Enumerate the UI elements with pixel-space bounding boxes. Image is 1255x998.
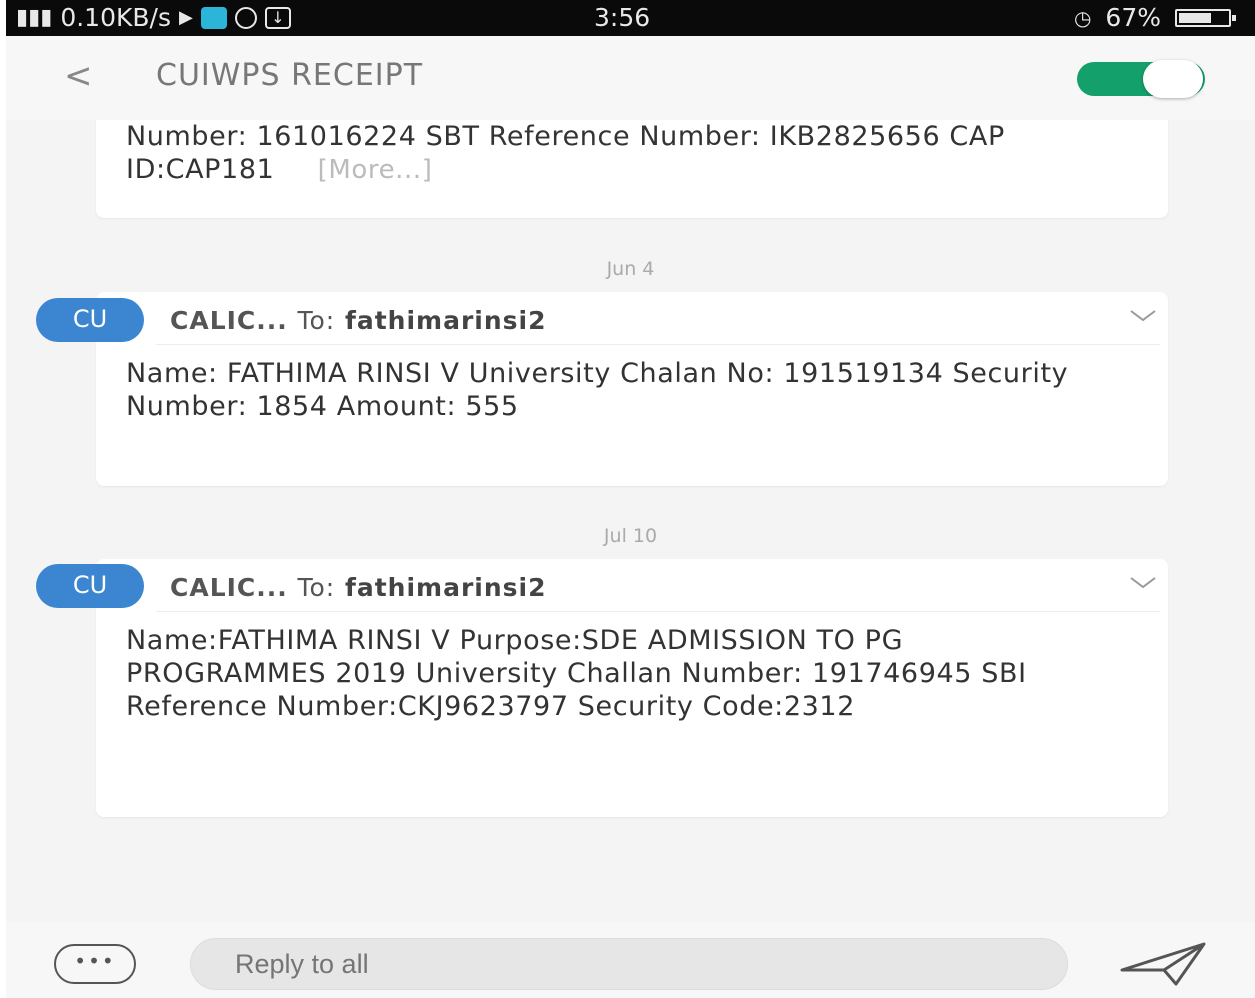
ellipsis-bubble-icon[interactable]: ••• xyxy=(54,944,136,984)
recipient-name: fathimarinsi2 xyxy=(344,573,547,602)
play-icon: ▶ xyxy=(179,7,193,28)
sender-line: CALIC... To: fathimarinsi2 xyxy=(170,573,546,602)
sender-name: CALIC... xyxy=(170,573,288,602)
message-body: Name: FATHIMA RINSI V University Chalan … xyxy=(126,358,1069,422)
recipient-name: fathimarinsi2 xyxy=(344,306,547,335)
message-body: Number: 161016224 SBT Reference Number: … xyxy=(96,120,1168,187)
app-notification-icon xyxy=(200,6,227,29)
page-title: CUIWPS RECEIPT xyxy=(156,58,424,93)
sender-name: CALIC... xyxy=(170,306,288,335)
signal-icon: ▮▮▮ xyxy=(16,5,53,30)
battery-icon xyxy=(1175,8,1236,27)
download-icon: ↓ xyxy=(264,6,291,29)
battery-tip xyxy=(1232,14,1236,21)
to-label: To: xyxy=(297,306,336,335)
message-text: Number: 161016224 SBT Reference Number: … xyxy=(126,121,1005,185)
status-bar: ▮▮▮ 0.10KB/s ▶ ↓ 3:56 ◷ 67% xyxy=(6,0,1255,36)
date-divider: Jul 10 xyxy=(603,525,658,547)
message-thread[interactable]: Number: 161016224 SBT Reference Number: … xyxy=(6,120,1255,922)
message-card[interactable]: CALIC... To: fathimarinsi2 Name: FATHIMA… xyxy=(96,292,1168,486)
battery-percent: 67% xyxy=(1105,3,1161,32)
message-header: CALIC... To: fathimarinsi2 xyxy=(156,292,1160,345)
compose-bar: ••• xyxy=(6,922,1255,998)
chevron-down-icon[interactable] xyxy=(1130,310,1156,322)
chevron-left-icon: < xyxy=(64,56,93,96)
message-body: Name:FATHIMA RINSI V Purpose:SDE ADMISSI… xyxy=(126,625,1027,722)
alarm-clock-icon: ◷ xyxy=(1073,5,1092,30)
sender-line: CALIC... To: fathimarinsi2 xyxy=(170,306,546,335)
network-speed: 0.10KB/s xyxy=(60,3,171,32)
message-header: CALIC... To: fathimarinsi2 xyxy=(156,559,1160,612)
avatar[interactable]: CU xyxy=(36,564,144,608)
paper-plane-icon[interactable] xyxy=(1118,940,1208,988)
battery-level-fill xyxy=(1179,12,1212,23)
status-right: ◷ 67% xyxy=(1073,3,1236,32)
more-link[interactable]: [More...] xyxy=(318,155,433,185)
date-divider: Jun 4 xyxy=(606,258,655,280)
toggle-switch[interactable] xyxy=(1077,60,1205,98)
back-button[interactable]: < xyxy=(64,56,93,96)
status-left: ▮▮▮ 0.10KB/s ▶ ↓ xyxy=(16,3,291,32)
reply-input[interactable] xyxy=(190,938,1068,990)
message-card[interactable]: Number: 161016224 SBT Reference Number: … xyxy=(96,120,1168,218)
chevron-down-icon[interactable] xyxy=(1130,577,1156,589)
to-label: To: xyxy=(297,573,336,602)
toggle-knob xyxy=(1143,60,1203,98)
avatar[interactable]: CU xyxy=(36,298,144,342)
whatsapp-icon xyxy=(234,6,257,29)
message-card[interactable]: CALIC... To: fathimarinsi2 Name:FATHIMA … xyxy=(96,559,1168,817)
app-bar: < CUIWPS RECEIPT xyxy=(6,36,1255,120)
status-time: 3:56 xyxy=(594,3,651,32)
